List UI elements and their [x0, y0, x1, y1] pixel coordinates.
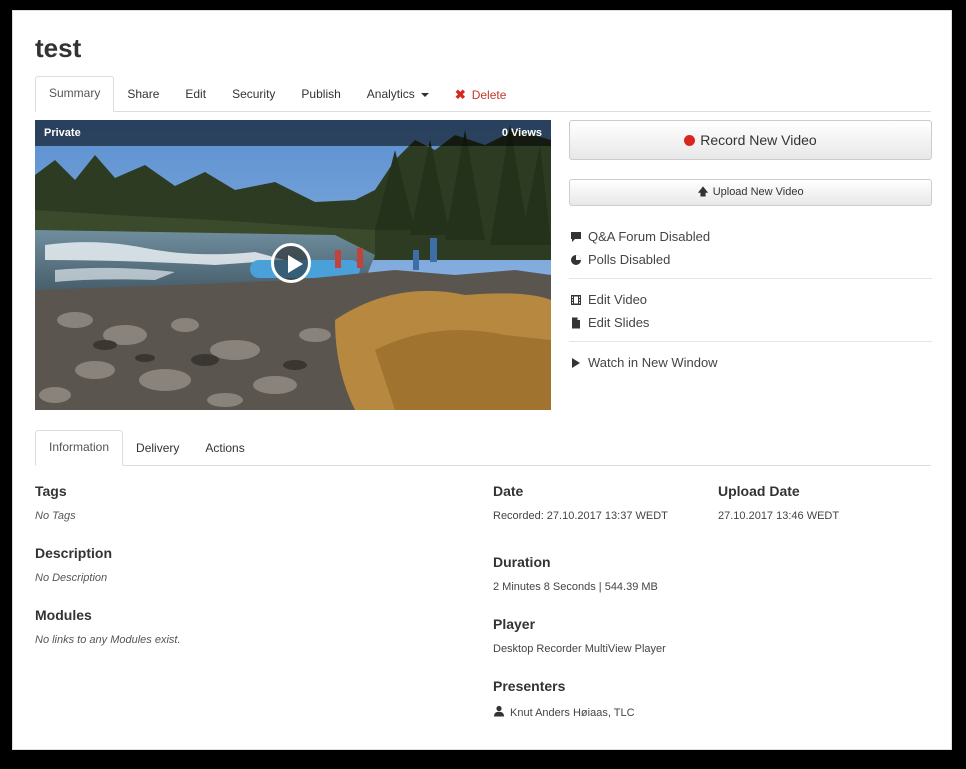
tab-analytics[interactable]: Analytics — [354, 78, 442, 111]
record-button-label: Record New Video — [700, 132, 817, 148]
date-value: Recorded: 27.10.2017 13:37 WEDT — [493, 510, 668, 522]
views-count: 0 Views — [501, 127, 542, 139]
watch-links: Watch in New Window — [569, 351, 932, 374]
date-heading: Date — [493, 483, 524, 499]
upload-arrow-icon: 🡅 — [697, 186, 709, 198]
tags-value: No Tags — [35, 510, 76, 522]
film-icon — [569, 293, 583, 307]
duration-heading: Duration — [493, 554, 551, 570]
video-player[interactable]: Private 0 Views — [35, 120, 551, 410]
modules-heading: Modules — [35, 607, 92, 623]
tab-security[interactable]: Security — [219, 78, 288, 111]
tab-delete[interactable]: ✖ Delete — [442, 78, 520, 111]
file-icon — [569, 316, 583, 330]
watch-new-window-label: Watch in New Window — [588, 355, 718, 370]
edit-video-link[interactable]: Edit Video — [569, 288, 932, 311]
edit-links: Edit Video Edit Slides — [569, 288, 932, 334]
play-icon — [569, 356, 583, 370]
video-info-bar: Private 0 Views — [35, 120, 551, 146]
player-heading: Player — [493, 616, 536, 632]
user-icon — [493, 705, 505, 720]
upload-new-video-button[interactable]: 🡅 Upload New Video — [569, 179, 932, 206]
app-window: test Summary Share Edit Security Publish… — [12, 10, 952, 750]
edit-video-label: Edit Video — [588, 292, 648, 307]
tab-information[interactable]: Information — [35, 430, 124, 466]
upload-date-heading: Upload Date — [718, 483, 800, 499]
divider — [569, 341, 932, 342]
record-dot-icon — [684, 135, 696, 146]
caret-down-icon — [420, 92, 429, 97]
watch-new-window-link[interactable]: Watch in New Window — [569, 351, 932, 374]
tab-actions[interactable]: Actions — [192, 432, 257, 465]
tab-delivery[interactable]: Delivery — [123, 432, 192, 465]
modules-value: No links to any Modules exist. — [35, 634, 181, 646]
upload-button-label: Upload New Video — [712, 186, 804, 198]
player-value: Desktop Recorder MultiView Player — [493, 643, 666, 655]
pie-chart-icon — [569, 253, 583, 267]
details-tabs: Information Delivery Actions — [35, 430, 931, 466]
page-title: test — [35, 33, 82, 63]
tab-edit[interactable]: Edit — [172, 78, 219, 111]
edit-slides-label: Edit Slides — [588, 315, 650, 330]
upload-date-value: 27.10.2017 13:46 WEDT — [718, 510, 840, 522]
tags-heading: Tags — [35, 483, 67, 499]
presenter-row: Knut Anders Høiaas, TLC — [493, 705, 635, 720]
comment-icon — [569, 230, 583, 244]
close-icon: ✖ — [454, 87, 466, 102]
tab-delete-label: Delete — [471, 88, 507, 102]
edit-slides-link[interactable]: Edit Slides — [569, 311, 932, 334]
record-new-video-button[interactable]: Record New Video — [569, 120, 932, 160]
presenters-heading: Presenters — [493, 678, 566, 694]
tab-share[interactable]: Share — [114, 78, 172, 111]
play-icon[interactable] — [271, 243, 311, 283]
description-value: No Description — [35, 572, 108, 584]
session-tabs: Summary Share Edit Security Publish Anal… — [35, 76, 931, 112]
divider — [569, 278, 932, 279]
description-heading: Description — [35, 545, 113, 561]
tab-publish[interactable]: Publish — [288, 78, 353, 111]
polls-label: Polls Disabled — [588, 252, 671, 267]
tab-summary[interactable]: Summary — [35, 76, 115, 112]
qa-forum-label: Q&A Forum Disabled — [588, 229, 711, 244]
qa-forum-link[interactable]: Q&A Forum Disabled — [569, 225, 932, 248]
privacy-label: Private — [44, 127, 81, 139]
presenter-name: Knut Anders Høiaas, TLC — [510, 706, 635, 719]
duration-value: 2 Minutes 8 Seconds | 544.39 MB — [493, 581, 658, 593]
tab-analytics-label: Analytics — [366, 87, 415, 101]
polls-link[interactable]: Polls Disabled — [569, 248, 932, 271]
interaction-settings: Q&A Forum Disabled Polls Disabled — [569, 225, 932, 271]
